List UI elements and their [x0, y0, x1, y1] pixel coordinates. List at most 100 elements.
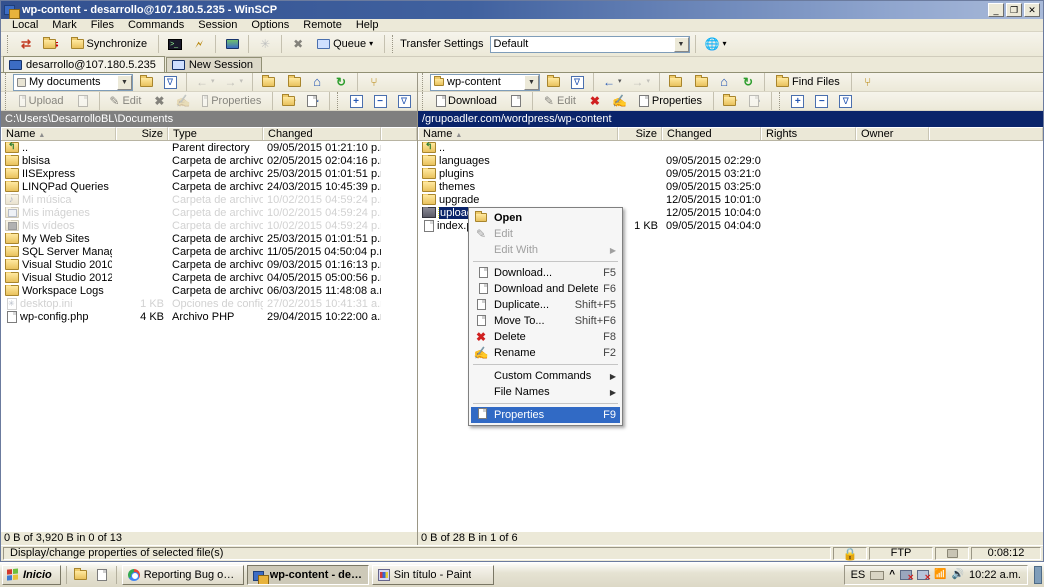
- preferences-gear-icon[interactable]: ✳: [254, 34, 276, 55]
- session-generate-url-icon[interactable]: 🌐▾: [701, 34, 731, 55]
- unselect-files-icon[interactable]: −: [811, 93, 833, 110]
- rename-icon[interactable]: ✍: [172, 93, 194, 110]
- forward-icon[interactable]: →▾: [628, 74, 655, 91]
- file-row-wp-config-php[interactable]: wp-config.php4 KBArchivo PHP29/04/2015 1…: [1, 310, 417, 323]
- column-header-owner[interactable]: Owner: [856, 127, 929, 140]
- remote-path-bar[interactable]: /grupoadler.com/wordpress/wp-content: [418, 111, 1043, 127]
- download-button[interactable]: ↓Download: [430, 93, 503, 110]
- network-disconnected-icon[interactable]: [900, 570, 912, 580]
- taskbar-task-winscp[interactable]: wp-content - desarrol...: [247, 565, 369, 585]
- edit-button[interactable]: ✎Edit: [104, 93, 146, 110]
- open-in-putty-icon[interactable]: [221, 34, 243, 55]
- close-button[interactable]: ✕: [1024, 3, 1040, 17]
- root-directory-icon[interactable]: \: [282, 74, 304, 91]
- volume-icon[interactable]: 🔊: [952, 570, 964, 580]
- file-row--[interactable]: ..Parent directory09/05/2015 01:21:10 p.…: [1, 141, 417, 154]
- upload-button[interactable]: Upload: [13, 93, 70, 110]
- queue-abort-icon[interactable]: ✖: [287, 34, 309, 55]
- open-directory-icon[interactable]: [542, 74, 564, 91]
- session-tab-new-session[interactable]: New Session: [166, 57, 262, 72]
- upload-and-delete-icon[interactable]: [72, 93, 94, 110]
- parent-directory-icon[interactable]: ↰: [258, 74, 280, 91]
- home-directory-icon[interactable]: ⌂: [306, 74, 328, 91]
- filter-select-icon[interactable]: ∇: [393, 93, 415, 110]
- filter-icon[interactable]: ∇: [159, 74, 181, 91]
- local-file-list[interactable]: ..Parent directory09/05/2015 01:21:10 p.…: [1, 141, 417, 531]
- new-file-icon[interactable]: ↘: [302, 93, 324, 110]
- context-menu-item-delete[interactable]: ✖DeleteF8: [471, 329, 620, 345]
- context-menu-item-edit-with[interactable]: Edit With▶: [471, 242, 620, 258]
- delete-icon[interactable]: ✖: [584, 93, 606, 110]
- local-drive-selector[interactable]: My documents ▼: [13, 74, 133, 91]
- context-menu-item-custom-commands[interactable]: Custom Commands▶: [471, 368, 620, 384]
- new-folder-icon[interactable]: ✦: [719, 93, 742, 110]
- language-indicator[interactable]: ES: [851, 569, 866, 581]
- rename-icon[interactable]: ✍: [608, 93, 631, 110]
- parent-directory-icon[interactable]: ↰: [665, 74, 687, 91]
- context-menu-item-file-names[interactable]: File Names▶: [471, 384, 620, 400]
- file-row-IISExpress[interactable]: IISExpressCarpeta de archivos25/03/2015 …: [1, 167, 417, 180]
- download-and-delete-icon[interactable]: ↓: [505, 93, 527, 110]
- file-row-plugins[interactable]: plugins09/05/2015 03:21:00 p.m.: [418, 167, 1043, 180]
- restore-button[interactable]: ❐: [1006, 3, 1022, 17]
- properties-button[interactable]: Properties: [196, 93, 267, 110]
- unselect-files-icon[interactable]: −: [369, 93, 391, 110]
- file-row-upgrade[interactable]: upgrade12/05/2015 10:01:00 a.m.: [418, 193, 1043, 206]
- file-row-languages[interactable]: languages09/05/2015 02:29:00 p.m.: [418, 154, 1043, 167]
- refresh-icon[interactable]: ↻: [330, 74, 352, 91]
- local-path-bar[interactable]: C:\Users\DesarrolloBL\Documents: [1, 111, 417, 127]
- menu-local[interactable]: Local: [5, 19, 45, 32]
- forward-icon[interactable]: →▾: [221, 74, 248, 91]
- file-row-Visual-Studio-2010[interactable]: Visual Studio 2010Carpeta de archivos09/…: [1, 258, 417, 271]
- column-header-size[interactable]: Size: [618, 127, 662, 140]
- file-row-themes[interactable]: themes09/05/2015 03:25:00 p.m.: [418, 180, 1043, 193]
- open-directory-icon[interactable]: [135, 74, 157, 91]
- file-row-Visual-Studio-2012[interactable]: Visual Studio 2012Carpeta de archivos04/…: [1, 271, 417, 284]
- file-row-desktop-ini[interactable]: desktop.ini1 KBOpciones de config...27/0…: [1, 297, 417, 310]
- directory-tree-icon[interactable]: ⑂: [363, 74, 385, 91]
- menu-session[interactable]: Session: [191, 19, 244, 32]
- column-header-size[interactable]: Size: [116, 127, 168, 140]
- column-header-changed[interactable]: Changed: [263, 127, 381, 140]
- file-row--[interactable]: ..: [418, 141, 1043, 154]
- context-menu-item-download-and-delete[interactable]: ↓Download and Delete...F6: [471, 281, 620, 297]
- context-menu-item-duplicate[interactable]: →Duplicate...Shift+F5: [471, 297, 620, 313]
- edit-button[interactable]: ✎Edit: [538, 93, 582, 110]
- filter-icon[interactable]: ∇: [566, 74, 588, 91]
- new-file-icon[interactable]: ↘: [744, 93, 766, 110]
- context-menu-item-move-to[interactable]: ➜Move To...Shift+F6: [471, 313, 620, 329]
- back-icon[interactable]: ←▾: [192, 74, 219, 91]
- menu-remote[interactable]: Remote: [296, 19, 349, 32]
- file-row-SQL-Server-Manageme-[interactable]: SQL Server Manageme...Carpeta de archivo…: [1, 245, 417, 258]
- compare-directories-icon[interactable]: ⇄: [15, 34, 37, 55]
- context-menu-item-properties[interactable]: ✔PropertiesF9: [471, 407, 620, 423]
- column-header-type[interactable]: Type: [168, 127, 263, 140]
- menu-files[interactable]: Files: [84, 19, 121, 32]
- file-row-Mis-v-deos[interactable]: Mis vídeosCarpeta de archivos10/02/2015 …: [1, 219, 417, 232]
- column-header-name[interactable]: Name▲: [418, 127, 618, 140]
- menu-help[interactable]: Help: [349, 19, 386, 32]
- console-icon[interactable]: 🗲: [188, 34, 210, 55]
- directory-tree-icon[interactable]: ⑂: [857, 74, 879, 91]
- file-row-blsisa[interactable]: blsisaCarpeta de archivos02/05/2015 02:0…: [1, 154, 417, 167]
- home-directory-icon[interactable]: ⌂: [713, 74, 735, 91]
- new-folder-icon[interactable]: ✦: [278, 93, 300, 110]
- session-tab-desarrollo[interactable]: desarrollo@107.180.5.235: [3, 56, 165, 72]
- quick-launch-notepad-icon[interactable]: ✎: [93, 566, 111, 584]
- menu-mark[interactable]: Mark: [45, 19, 83, 32]
- properties-button[interactable]: Properties: [633, 93, 708, 110]
- transfer-settings-dropdown[interactable]: Default ▼: [490, 36, 690, 53]
- show-hidden-icons-chevron[interactable]: ^: [889, 570, 895, 580]
- context-menu-item-open[interactable]: Open: [471, 210, 620, 226]
- open-terminal-icon[interactable]: >_: [164, 34, 186, 55]
- signal-strength-icon[interactable]: 📶: [934, 570, 946, 580]
- find-files-button[interactable]: Find Files: [770, 74, 846, 91]
- minimize-button[interactable]: _: [988, 3, 1004, 17]
- file-row-My-Web-Sites[interactable]: My Web SitesCarpeta de archivos25/03/201…: [1, 232, 417, 245]
- synchronize-button[interactable]: Synchronize: [65, 34, 154, 55]
- select-files-icon[interactable]: +: [787, 93, 809, 110]
- column-header-rights[interactable]: Rights: [761, 127, 856, 140]
- refresh-icon[interactable]: ↻: [737, 74, 759, 91]
- quick-launch-folder-icon[interactable]: [72, 566, 90, 584]
- taskbar-task-chrome[interactable]: Reporting Bug or Asking ...: [122, 565, 244, 585]
